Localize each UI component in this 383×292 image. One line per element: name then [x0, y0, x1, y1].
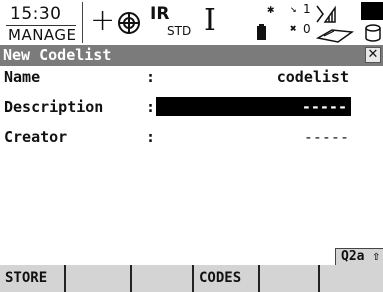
input-mode-indicator: Q2a ⇧ [335, 248, 383, 265]
softkey-f1-store[interactable]: STORE [0, 265, 66, 292]
colon: : [146, 68, 156, 86]
card-icon [316, 29, 355, 43]
softkey-f4-codes[interactable]: CODES [194, 265, 260, 292]
satellite-count: 1 [303, 2, 311, 16]
name-field[interactable]: codelist [277, 68, 349, 86]
description-field[interactable]: ----- [302, 98, 347, 116]
battery-icon [361, 2, 383, 20]
status-bar: 15:30 MANAGE + IR STD I ✱ ↘ 1 ✖ 0 [0, 0, 383, 45]
title-bar: New Codelist ✕ [0, 45, 383, 66]
plus-icon: + [90, 3, 116, 38]
satellite-icon: ✖ [290, 22, 297, 35]
battery-small-icon [257, 24, 266, 40]
colon: : [146, 128, 156, 146]
creator-label: Creator [4, 128, 68, 146]
clock: 15:30 [10, 4, 62, 24]
divider [82, 2, 83, 43]
reflector-mode-label: STD [167, 24, 192, 38]
reflector-label: IR [150, 4, 170, 24]
target-icon [118, 12, 140, 34]
softkey-f3[interactable] [132, 265, 194, 292]
name-label: Name [4, 68, 41, 86]
colon: : [146, 98, 156, 116]
name-row[interactable]: Name : codelist [0, 66, 383, 88]
description-label: Description [4, 98, 104, 116]
mode-label: MANAGE [8, 26, 77, 44]
satellite-count: 0 [303, 22, 311, 36]
softkey-f2[interactable] [66, 265, 132, 292]
satellite-icon: ↘ [290, 2, 297, 15]
softkey-f5[interactable] [260, 265, 320, 292]
clock-box: 15:30 MANAGE [2, 2, 77, 44]
description-row[interactable]: Description : ----- [0, 96, 383, 118]
softkey-f6[interactable] [320, 265, 383, 292]
page-title: New Codelist [3, 46, 112, 64]
creator-field[interactable]: ----- [304, 128, 349, 146]
bluetooth-icon: ✱ [267, 2, 275, 16]
close-icon[interactable]: ✕ [365, 47, 381, 63]
softkey-bar: STORE CODES [0, 265, 383, 292]
creator-row[interactable]: Creator : ----- [0, 126, 383, 148]
database-icon [365, 24, 381, 42]
cursor-icon: I [204, 3, 216, 38]
signal-icon [316, 5, 336, 23]
